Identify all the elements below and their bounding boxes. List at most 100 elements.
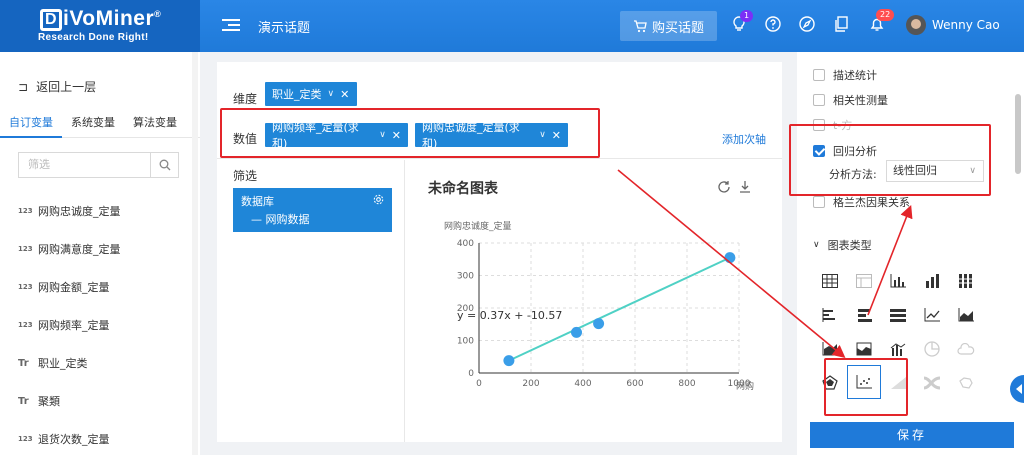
save-button[interactable]: 保存 — [810, 422, 1014, 448]
numeric-type-icon: 123 — [18, 435, 33, 443]
copy-icon[interactable] — [833, 15, 851, 33]
checkbox[interactable] — [813, 196, 825, 208]
sankey-chart-icon[interactable] — [919, 370, 945, 396]
variable-list: 123 网购忠诚度_定量 123 网购满意度_定量 123 网购金额_定量 123 网购… — [0, 192, 190, 455]
top-bar: DiVoMiner® Research Done Right! 演示话题 购买话… — [0, 0, 1024, 52]
table-chart-icon[interactable] — [817, 268, 843, 294]
variable-name: 网购频率_定量 — [38, 319, 110, 332]
word-cloud-icon[interactable] — [953, 336, 979, 362]
chart-type-title: 图表类型 — [827, 239, 872, 252]
brand-name: iVoMiner — [63, 7, 155, 30]
divider — [217, 158, 782, 159]
option-descriptive-stats[interactable]: 描述统计 — [813, 67, 877, 83]
back-arrow-icon: ⊐ — [18, 79, 29, 94]
data-point — [724, 252, 736, 264]
y-tick-label: 0 — [468, 369, 474, 379]
menu-toggle-icon[interactable] — [222, 16, 240, 32]
chart-title: 未命名图表 — [428, 181, 498, 197]
pie-chart-icon[interactable] — [919, 336, 945, 362]
right-scrollbar[interactable] — [1015, 94, 1021, 174]
y-axis-label: 网购忠诚度_定量 — [444, 220, 512, 232]
list-item[interactable]: Tr 聚類 — [0, 382, 190, 420]
stacked-bar-icon[interactable] — [851, 302, 877, 328]
back-label: 返回上一层 — [36, 80, 97, 94]
text-type-icon: Tr — [18, 395, 29, 407]
data-point — [571, 326, 582, 338]
avatar[interactable] — [906, 15, 926, 35]
tab-custom-variables[interactable]: 自订变量 — [0, 114, 62, 138]
dimension-tag-label: 职业_定类 — [272, 88, 322, 101]
x-tick-label: 0 — [476, 379, 482, 389]
chart-type-section[interactable]: ∨ 图表类型 — [813, 237, 872, 253]
checkbox[interactable] — [813, 69, 825, 81]
variable-name: 聚類 — [38, 395, 60, 408]
variable-name: 网购金额_定量 — [38, 281, 110, 294]
buy-topic-button[interactable]: 购买话题 — [620, 11, 717, 41]
percent-bar-icon[interactable] — [885, 302, 911, 328]
database-filter[interactable]: 数据库 — 网购数据 — [233, 188, 392, 232]
refresh-icon[interactable] — [717, 180, 731, 194]
column-chart-icon[interactable] — [885, 268, 911, 294]
database-title: 数据库 — [241, 195, 274, 208]
y-tick-label: 100 — [457, 337, 474, 347]
numeric-type-icon: 123 — [18, 283, 33, 291]
help-icon[interactable] — [764, 15, 782, 33]
line-chart-icon[interactable] — [919, 302, 945, 328]
add-secondary-axis-link[interactable]: 添加次轴 — [722, 131, 766, 147]
stacked-column-icon[interactable] — [919, 268, 945, 294]
tab-system-variables[interactable]: 系统变量 — [62, 114, 124, 138]
username[interactable]: Wenny Cao — [932, 18, 1000, 32]
bar-chart-icon[interactable] — [817, 302, 843, 328]
variable-name: 职业_定类 — [38, 357, 88, 370]
option-label: 格兰杰因果关系 — [833, 196, 910, 209]
left-scrollbar[interactable] — [192, 52, 198, 455]
logo[interactable]: DiVoMiner® Research Done Right! — [0, 0, 200, 52]
y-tick-label: 400 — [457, 239, 474, 249]
option-label: 描述统计 — [833, 69, 877, 82]
search-button[interactable] — [150, 153, 178, 177]
map-chart-icon[interactable] — [953, 370, 979, 396]
option-correlation[interactable]: 相关性测量 — [813, 92, 888, 108]
database-item[interactable]: — 网购数据 — [241, 211, 384, 227]
analysis-panel: 描述统计 相关性测量 t-方 回归分析 分析方法: 线性回归 ∨ 格兰杰因果关系 … — [789, 52, 1024, 455]
list-item[interactable]: 123 网购金额_定量 — [0, 268, 190, 306]
brand-tagline: Research Done Right! — [38, 32, 149, 43]
tab-algorithm-variables[interactable]: 算法变量 — [124, 114, 186, 138]
close-icon[interactable]: ✕ — [340, 88, 349, 101]
dimension-label: 维度 — [233, 92, 258, 106]
topic-title: 演示话题 — [258, 21, 311, 36]
percent-column-icon[interactable] — [953, 268, 979, 294]
text-type-icon: Tr — [18, 357, 29, 369]
compass-icon[interactable] — [798, 15, 816, 33]
filter-input[interactable]: 筛选 — [19, 153, 150, 177]
list-item[interactable]: Tr 职业_定类 — [0, 344, 190, 382]
highlight-box-scatter — [824, 358, 908, 416]
list-item[interactable]: 123 网购频率_定量 — [0, 306, 190, 344]
highlight-box-values — [220, 108, 600, 158]
chevron-down-icon[interactable]: ∨ — [328, 89, 335, 99]
chevron-down-icon: ∨ — [813, 240, 820, 250]
divider — [404, 160, 405, 442]
list-item[interactable]: 123 退货次数_定量 — [0, 420, 190, 455]
list-item[interactable]: 123 网购满意度_定量 — [0, 230, 190, 268]
download-icon[interactable] — [738, 180, 752, 194]
variable-name: 网购满意度_定量 — [38, 243, 121, 256]
pivot-chart-icon[interactable] — [851, 268, 877, 294]
back-link[interactable]: ⊐ 返回上一层 — [18, 78, 96, 95]
x-tick-label: 200 — [522, 379, 539, 389]
hint-badge: 1 — [740, 10, 754, 22]
logo-mark: D — [40, 9, 62, 31]
variable-tabs: 自订变量 系统变量 算法变量 — [0, 114, 200, 138]
data-point — [503, 355, 515, 367]
gear-icon[interactable] — [373, 194, 384, 205]
numeric-type-icon: 123 — [18, 321, 33, 329]
dimension-tag[interactable]: 职业_定类 ∨ ✕ — [265, 82, 357, 106]
regression-equation: y = 0.37x + -10.57 — [457, 309, 562, 322]
variable-name: 网购忠诚度_定量 — [38, 205, 121, 218]
area-chart-icon[interactable] — [953, 302, 979, 328]
checkbox[interactable] — [813, 94, 825, 106]
option-granger[interactable]: 格兰杰因果关系 — [813, 194, 910, 210]
x-tick-label: 800 — [678, 379, 695, 389]
variable-filter: 筛选 — [18, 152, 179, 178]
list-item[interactable]: 123 网购忠诚度_定量 — [0, 192, 190, 230]
